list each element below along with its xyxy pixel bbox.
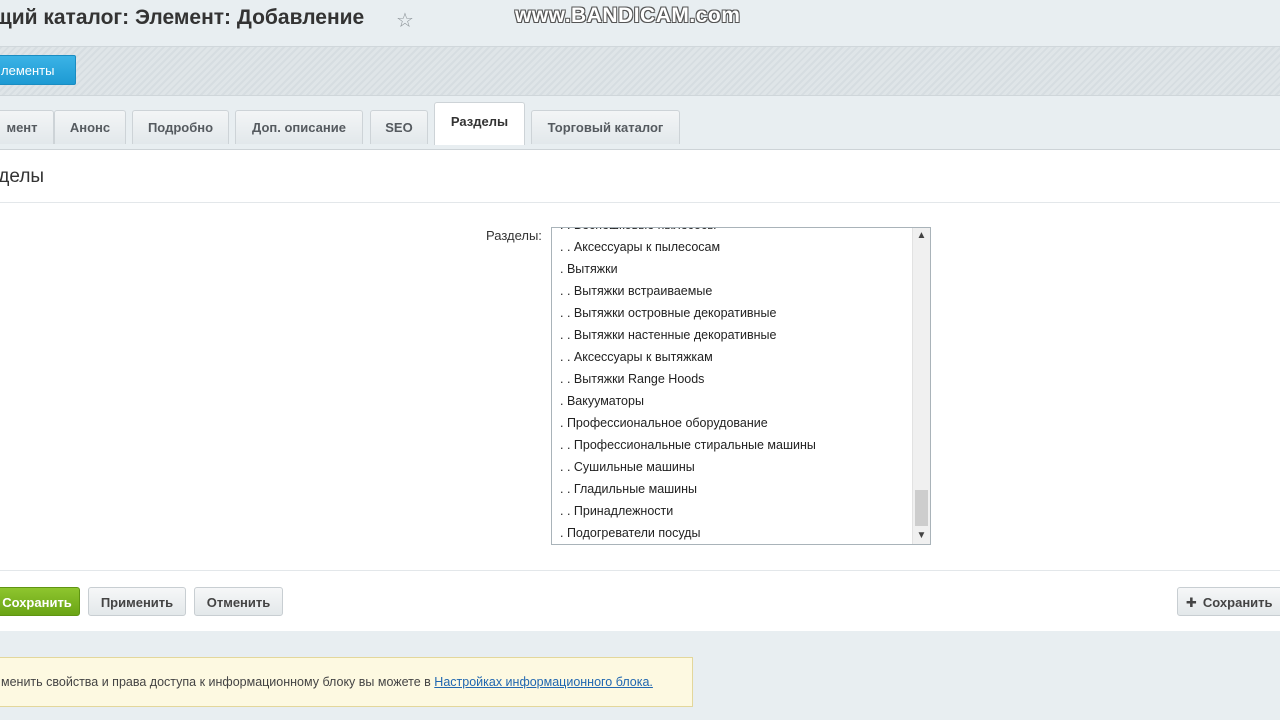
actions-bar: Сохранить Применить Отменить ✚ Сохранить	[0, 570, 1280, 631]
list-item[interactable]: . . Принадлежности	[552, 500, 914, 522]
section-title: зделы	[0, 166, 45, 187]
list-item[interactable]: . Вакууматоры	[552, 390, 914, 412]
tab-details[interactable]: Подробно	[132, 110, 229, 144]
toolbar: лементы	[0, 46, 1280, 96]
info-note: менить свойства и права доступа к информ…	[0, 657, 693, 707]
chevron-up-icon[interactable]: ▲	[913, 228, 930, 244]
apply-button[interactable]: Применить	[88, 587, 186, 616]
note-text: менить свойства и права доступа к информ…	[1, 675, 435, 689]
scroll-thumb[interactable]	[915, 490, 928, 526]
list-item[interactable]: . Подогреватели посуды	[552, 522, 914, 544]
watermark: www.BANDICAM.com	[515, 4, 741, 27]
tab-seo[interactable]: SEO	[370, 110, 428, 144]
content-panel: зделы Разделы: . . Беспешковые пылесосы …	[0, 149, 1280, 631]
list-item[interactable]: . . Вытяжки Range Hoods	[552, 368, 914, 390]
elements-button[interactable]: лементы	[0, 55, 76, 85]
listbox-scrollbar[interactable]: ▲ ▼	[912, 228, 930, 544]
sections-listbox[interactable]: . . Беспешковые пылесосы . . Аксессуары …	[551, 227, 931, 545]
list-item[interactable]: . . Гладильные машины	[552, 478, 914, 500]
list-item[interactable]: . . Сушильные машины	[552, 456, 914, 478]
tab-element[interactable]: мент	[0, 110, 54, 144]
list-item[interactable]: . . Аксессуары к вытяжкам	[552, 346, 914, 368]
plus-icon: ✚	[1186, 595, 1197, 610]
save-add-button[interactable]: ✚ Сохранить	[1177, 587, 1280, 616]
tab-sections[interactable]: Разделы	[434, 102, 525, 145]
save-button[interactable]: Сохранить	[0, 587, 80, 616]
list-item[interactable]: . . Аксессуары к пылесосам	[552, 236, 914, 258]
list-item[interactable]: . . Вытяжки встраиваемые	[552, 280, 914, 302]
list-item[interactable]: . Вытяжки	[552, 258, 914, 280]
star-icon[interactable]: ☆	[396, 8, 414, 33]
tab-bar: мент Анонс Подробно Доп. описание SEO Ра…	[0, 102, 1280, 150]
section-header: зделы	[0, 150, 1280, 203]
tab-trade-catalog[interactable]: Торговый каталог	[531, 110, 680, 144]
list-item[interactable]: . Профессиональное оборудование	[552, 412, 914, 434]
page-title: щий каталог: Элемент: Добавление	[0, 6, 365, 29]
cancel-button[interactable]: Отменить	[194, 587, 283, 616]
title-bar: щий каталог: Элемент: Добавление ☆ www.B…	[0, 0, 1280, 46]
list-item[interactable]: . . Профессиональные стиральные машины	[552, 434, 914, 456]
list-item[interactable]: . . Беспешковые пылесосы	[552, 228, 914, 236]
iblock-settings-link[interactable]: Настройках информационного блока.	[434, 675, 653, 689]
chevron-down-icon[interactable]: ▼	[913, 528, 930, 544]
list-item[interactable]: . . Вытяжки островные декоративные	[552, 302, 914, 324]
tab-announce[interactable]: Анонс	[54, 110, 126, 144]
sections-field-label: Разделы:	[486, 228, 542, 243]
sections-list: . . Беспешковые пылесосы . . Аксессуары …	[552, 228, 914, 544]
list-item[interactable]: . . Вытяжки настенные декоративные	[552, 324, 914, 346]
save-add-label: Сохранить	[1202, 595, 1273, 610]
tab-extra-description[interactable]: Доп. описание	[235, 110, 363, 144]
